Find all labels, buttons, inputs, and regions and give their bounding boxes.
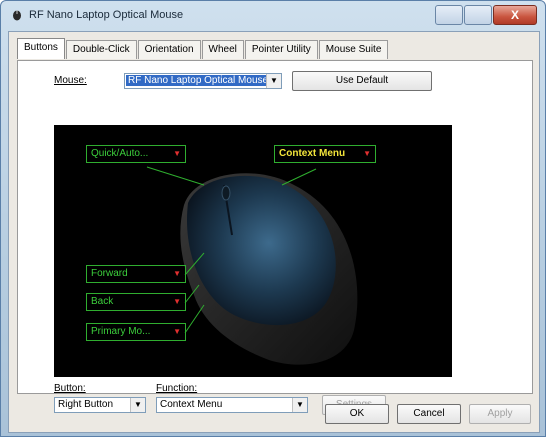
- mouse-select[interactable]: RF Nano Laptop Optical Mouse ▼: [124, 73, 282, 89]
- back-mapping[interactable]: Back ▼: [86, 293, 186, 311]
- caption-buttons: X: [434, 5, 537, 25]
- context-menu-mapping[interactable]: Context Menu ▼: [274, 145, 376, 163]
- tab-wheel[interactable]: Wheel: [201, 40, 244, 59]
- primary-mapping[interactable]: Primary Mo... ▼: [86, 323, 186, 341]
- tab-double-click[interactable]: Double-Click: [65, 40, 137, 59]
- dialog-client-area: Buttons Double-Click Orientation Wheel P…: [8, 31, 540, 433]
- use-default-button[interactable]: Use Default: [292, 71, 432, 91]
- mouse-select-value: RF Nano Laptop Optical Mouse: [126, 75, 271, 86]
- dropdown-arrow-icon: ▼: [173, 297, 181, 306]
- mouse-app-icon: [13, 10, 21, 21]
- tab-mouse-suite[interactable]: Mouse Suite: [318, 40, 389, 59]
- button-select[interactable]: Right Button ▼: [54, 397, 146, 413]
- close-button[interactable]: X: [493, 5, 537, 25]
- tab-orientation[interactable]: Orientation: [137, 40, 201, 59]
- buttons-panel: Mouse: RF Nano Laptop Optical Mouse ▼ Us…: [17, 60, 533, 415]
- mouse-button-map: Quick/Auto... ▼ Context Menu ▼ Forward ▼ Ba…: [54, 125, 452, 377]
- chevron-down-icon[interactable]: ▼: [266, 74, 281, 88]
- button-select-value: Right Button: [58, 399, 114, 410]
- apply-button[interactable]: Apply: [469, 404, 531, 424]
- context-menu-label: Context Menu: [279, 148, 346, 159]
- tab-pointer-utility[interactable]: Pointer Utility: [244, 40, 318, 59]
- window-title: RF Nano Laptop Optical Mouse: [29, 9, 184, 21]
- function-select[interactable]: Context Menu ▼: [156, 397, 308, 413]
- back-label: Back: [91, 296, 114, 307]
- function-select-value: Context Menu: [160, 399, 223, 410]
- forward-label: Forward: [91, 268, 128, 279]
- maximize-button[interactable]: [464, 5, 492, 25]
- forward-mapping[interactable]: Forward ▼: [86, 265, 186, 283]
- cancel-button[interactable]: Cancel: [397, 404, 461, 424]
- dropdown-arrow-icon: ▼: [173, 327, 181, 336]
- quick-auto-mapping[interactable]: Quick/Auto... ▼: [86, 145, 186, 163]
- quick-auto-label: Quick/Auto...: [91, 148, 149, 159]
- mouse-label: Mouse:: [54, 75, 87, 86]
- tab-strip: Buttons Double-Click Orientation Wheel P…: [17, 38, 389, 60]
- chevron-down-icon[interactable]: ▼: [292, 398, 307, 412]
- ok-button[interactable]: OK: [325, 404, 389, 424]
- dropdown-arrow-icon: ▼: [173, 269, 181, 278]
- dropdown-arrow-icon: ▼: [363, 149, 371, 158]
- button-label: Button:: [54, 383, 86, 394]
- dropdown-arrow-icon: ▼: [173, 149, 181, 158]
- dialog-window: RF Nano Laptop Optical Mouse X Buttons D…: [0, 0, 546, 437]
- function-label: Function:: [156, 383, 198, 394]
- close-icon: X: [510, 8, 519, 22]
- chevron-down-icon[interactable]: ▼: [130, 398, 145, 412]
- primary-label: Primary Mo...: [91, 326, 151, 337]
- title-bar[interactable]: RF Nano Laptop Optical Mouse X: [1, 1, 545, 29]
- tab-buttons[interactable]: Buttons: [17, 38, 65, 59]
- minimize-button[interactable]: [435, 5, 463, 25]
